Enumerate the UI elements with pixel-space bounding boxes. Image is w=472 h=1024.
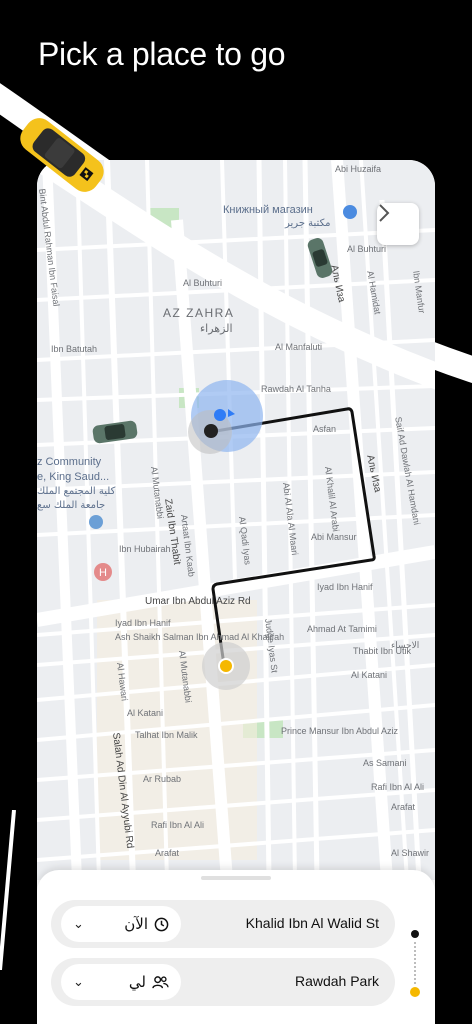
clock-icon [154, 917, 169, 931]
poi-community-ar: كلية المجتمع الملك [37, 486, 116, 497]
destination-row-1[interactable]: ⌄ الآن Khalid Ibn Al Walid St [51, 900, 395, 948]
chevron-down-icon: ⌄ [73, 974, 84, 990]
street-label: Ibn Hubairah [119, 544, 171, 554]
street-label: Iyad Ibn Hanif [317, 582, 373, 592]
poi-bookstore[interactable]: Книжный магазин [223, 204, 313, 216]
sheet-handle[interactable] [201, 876, 271, 880]
map-canvas: H [37, 160, 435, 880]
destination-dot [410, 987, 420, 997]
poi-community-2: e, King Saud... [37, 471, 110, 483]
street-label: Rafi Ibn Al Ali [371, 782, 425, 792]
street-label: Rawdah Al Tanha [261, 384, 331, 394]
next-button[interactable] [377, 203, 419, 245]
street-label: Arafat [155, 848, 180, 858]
page-headline: Pick a place to go [38, 36, 286, 72]
area-subtitle: الزهراء [200, 322, 233, 335]
taxi-icon [20, 118, 104, 192]
time-selector-label: الآن [124, 915, 148, 933]
destination-row-2[interactable]: ⌄ لي Rawdah Park [51, 958, 395, 1006]
street-label: Ahmad At Tamimi [307, 624, 377, 634]
street-label: Abi Mansur [311, 532, 357, 542]
people-icon [152, 975, 169, 988]
street-label: Al Shawir [391, 848, 430, 858]
street-label: Al Katani [351, 670, 388, 680]
street-label: Ash Shaikh Salman Ibn Ahmad Al Khalifah [115, 632, 285, 642]
svg-text:H: H [99, 567, 107, 579]
street-label: الاحساء [391, 640, 420, 650]
map-view[interactable]: H Книжный магазин مكتبة جرير z Community… [37, 160, 435, 880]
origin-dot [411, 930, 419, 938]
rider-selector[interactable]: ⌄ لي [61, 964, 181, 1000]
phone-mockup: H Книжный магазин مكتبة جرير z Community… [37, 160, 435, 1024]
bottom-sheet: ⌄ الآن Khalid Ibn Al Walid St ⌄ لي Rawda… [37, 870, 435, 1024]
destination-label-2: Rawdah Park [294, 973, 379, 989]
street-label: Al Buhturi [183, 278, 223, 288]
street-label: Umar Ibn Abdul Aziz Rd [145, 596, 251, 607]
street-label: Ar Rubab [143, 774, 182, 784]
road-decoration [0, 810, 16, 970]
street-label: As Samani [363, 758, 407, 768]
route-dash [414, 942, 416, 984]
area-title: AZ ZAHRA [163, 306, 235, 320]
street-label: Al Manfaluti [275, 342, 323, 352]
rider-selector-label: لي [128, 973, 146, 991]
street-label: Iyad Ibn Hanif [115, 618, 171, 628]
poi-community-ar2: جامعة الملك سع [37, 500, 106, 511]
street-label: Al Buhturi [347, 244, 387, 254]
chevron-right-icon [379, 204, 390, 222]
route-indicator [409, 930, 420, 1000]
destination-label-1: Khalid Ibn Al Walid St [245, 915, 379, 931]
poi-bookstore-ar: مكتبة جرير [285, 218, 331, 229]
poi-community[interactable]: z Community [37, 456, 101, 468]
street-label: Al Katani [127, 708, 164, 718]
street-label: Prince Mansur Ibn Abdul Aziz [281, 726, 399, 736]
street-label: Rafi Ibn Al Ali [151, 820, 205, 830]
chevron-down-icon: ⌄ [73, 916, 84, 932]
street-label: Talhat Ibn Malik [135, 730, 198, 740]
street-label: Asfan [313, 424, 337, 434]
street-label: Abi Huzaifa [335, 164, 382, 174]
time-selector[interactable]: ⌄ الآن [61, 906, 181, 942]
street-label: Arafat [391, 802, 416, 812]
street-label: Ibn Batutah [51, 344, 98, 354]
